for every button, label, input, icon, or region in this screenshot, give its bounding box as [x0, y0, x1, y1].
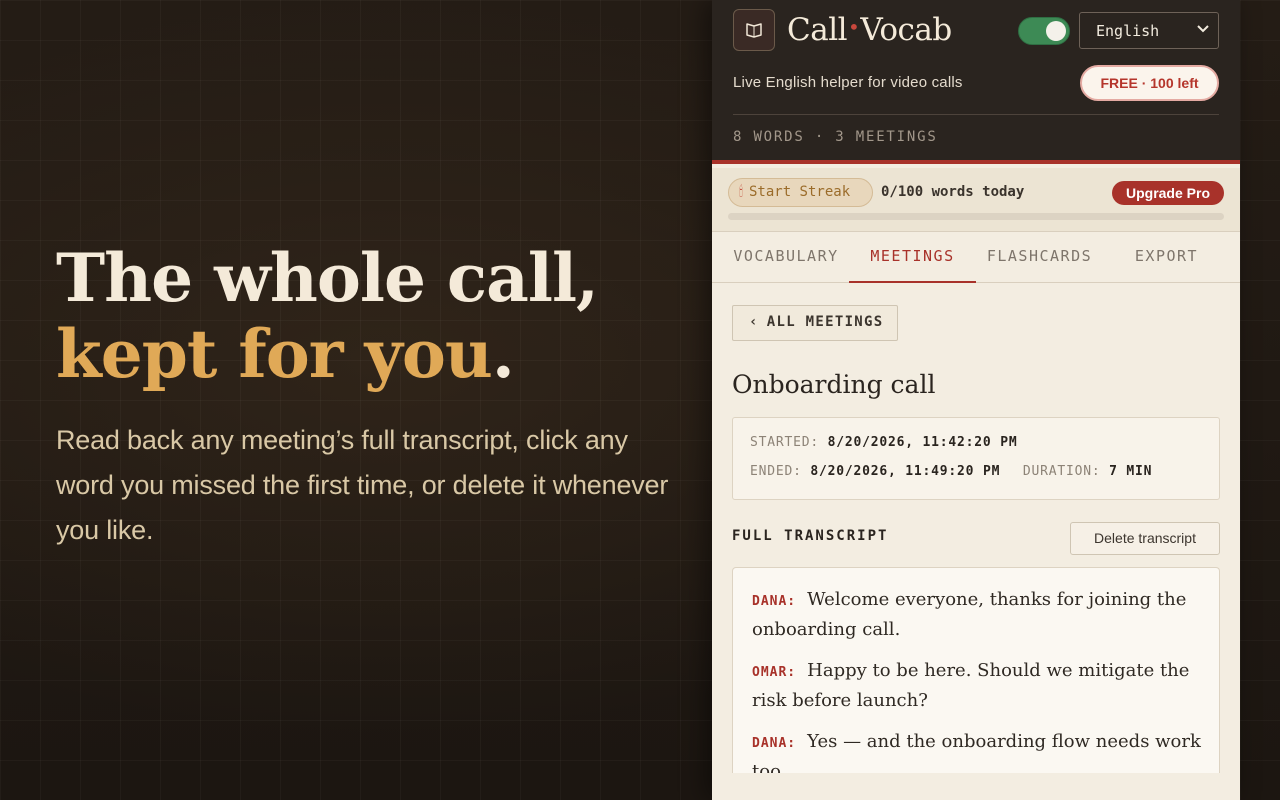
hero-title: The whole call, kept for you.	[56, 240, 676, 392]
plan-badge[interactable]: FREE · 100 left	[1080, 65, 1219, 101]
tab-export[interactable]: EXPORT	[1103, 233, 1230, 283]
transcript-line: DANA: Welcome everyone, thanks for joinin…	[752, 586, 1201, 644]
hero-title-dot: .	[491, 315, 515, 393]
speaker-label: DANA:	[752, 594, 797, 609]
panel-header: Call•Vocab English Live English helper f…	[712, 0, 1240, 164]
started-value: 8/20/2026, 11:42:20 PM	[827, 435, 1018, 450]
tab-flashcards[interactable]: FLASHCARDS	[976, 233, 1103, 283]
meeting-meta: STARTED: 8/20/2026, 11:42:20 PM ENDED: 8…	[732, 417, 1220, 500]
transcript-line: DANA: Yes — and the onboarding flow needs…	[752, 728, 1201, 773]
words-today: 0/100 words today	[881, 184, 1025, 200]
streak-label: Start Streak	[748, 184, 851, 200]
hero-section: The whole call, kept for you. Read back …	[56, 240, 676, 553]
duration-value: 7 MIN	[1109, 464, 1153, 479]
speaker-label: DANA:	[752, 736, 797, 751]
tab-bar: VOCABULARY MEETINGS FLASHCARDS EXPORT	[712, 233, 1240, 283]
language-select[interactable]: English	[1079, 12, 1219, 49]
app-brand: Call•Vocab	[787, 12, 952, 48]
flame-icon: 🕯	[739, 184, 743, 200]
streak-bar: 🕯 Start Streak 0/100 words today Upgrade …	[712, 168, 1240, 232]
app-tagline: Live English helper for video calls	[733, 74, 963, 91]
transcript-text[interactable]: Yes — and the onboarding flow needs work…	[752, 731, 1201, 773]
hero-title-line2: kept for you	[56, 315, 493, 393]
brand-part2: Vocab	[860, 12, 952, 48]
transcript-line: OMAR: Happy to be here. Should we mitigat…	[752, 657, 1201, 715]
started-label: STARTED:	[750, 435, 820, 450]
book-icon	[733, 9, 775, 51]
start-streak-button[interactable]: 🕯 Start Streak	[728, 178, 873, 207]
header-divider	[733, 114, 1219, 115]
tab-meetings[interactable]: MEETINGS	[849, 233, 976, 283]
transcript-text[interactable]: Happy to be here. Should we mitigate the…	[752, 660, 1189, 711]
brand-separator: •	[848, 15, 860, 39]
meeting-title: Onboarding call	[732, 370, 936, 399]
ended-label: ENDED:	[750, 464, 802, 479]
hero-subtitle: Read back any meeting’s full transcript,…	[56, 425, 669, 545]
hero-title-line1: The whole call,	[56, 239, 599, 317]
duration-label: DURATION:	[1022, 464, 1101, 479]
back-label: ALL MEETINGS	[766, 314, 884, 330]
chevron-down-icon	[1196, 21, 1210, 39]
transcript-text[interactable]: Welcome everyone, thanks for joining the…	[752, 589, 1186, 640]
usage-stats: 8 WORDS · 3 MEETINGS	[733, 129, 938, 145]
language-value: English	[1096, 22, 1160, 40]
ended-value: 8/20/2026, 11:49:20 PM	[810, 464, 1001, 479]
delete-transcript-button[interactable]: Delete transcript	[1070, 522, 1220, 555]
transcript-box[interactable]: DANA: Welcome everyone, thanks for joinin…	[732, 567, 1220, 773]
chevron-left-icon: ‹	[749, 314, 759, 330]
daily-progress-bar	[728, 213, 1224, 220]
brand-part1: Call	[787, 12, 848, 48]
extension-panel: Call•Vocab English Live English helper f…	[712, 0, 1240, 800]
speaker-label: OMAR:	[752, 665, 797, 680]
upgrade-pro-button[interactable]: Upgrade Pro	[1112, 181, 1224, 205]
all-meetings-button[interactable]: ‹ ALL MEETINGS	[732, 305, 898, 341]
tab-vocabulary[interactable]: VOCABULARY	[712, 233, 860, 283]
full-transcript-label: FULL TRANSCRIPT	[732, 528, 889, 544]
enable-toggle[interactable]	[1018, 17, 1070, 45]
toggle-knob	[1046, 21, 1066, 41]
